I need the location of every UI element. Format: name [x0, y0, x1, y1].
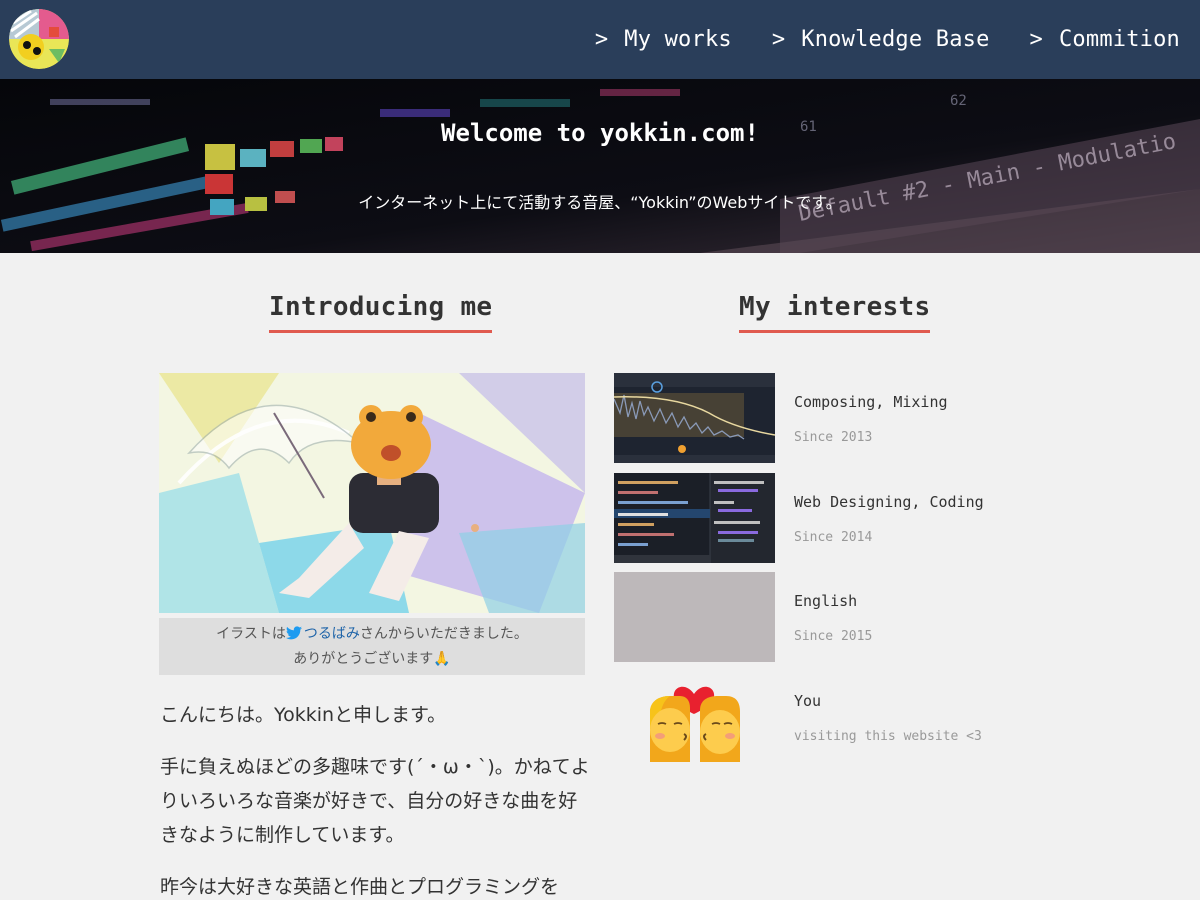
interest-since: visiting this website <3	[794, 729, 982, 744]
nav-my-works-link[interactable]: > My works	[595, 27, 732, 52]
artist-twitter-link[interactable]: つるばみ	[304, 626, 360, 642]
hero-banner: Default #2 - Main - Modulatio 61 62 Welc…	[0, 79, 1200, 253]
interest-name: Web Designing, Coding	[794, 493, 984, 511]
nav-knowledge-base-link[interactable]: > Knowledge Base	[772, 27, 990, 52]
main-nav: > My works > Knowledge Base > Commition	[595, 0, 1180, 79]
spectrum-analyzer-thumbnail	[614, 373, 775, 463]
intro-body: こんにちは。Yokkinと申します。 手に負えぬほどの多趣味です(´・ω・`)。…	[160, 698, 590, 900]
profile-illustration	[159, 373, 585, 613]
code-editor-thumbnail	[614, 473, 775, 563]
interest-item-english: English Since 2015	[614, 572, 1034, 662]
hero-subtitle: インターネット上にて活動する音屋、“Yokkin”のWebサイトです。	[358, 193, 842, 212]
hero-bg-number-2: 62	[950, 93, 967, 109]
intro-paragraph-2: 手に負えぬほどの多趣味です(´・ω・`)。かねてよりいろいろな音楽が好きで、自分…	[160, 756, 590, 846]
interest-since: Since 2014	[794, 530, 873, 545]
caption-line-1: イラストは つるばみさんからいただきました。	[159, 623, 585, 648]
twitter-bird-icon	[285, 625, 302, 648]
site-logo[interactable]	[9, 9, 69, 69]
interest-since: Since 2015	[794, 629, 873, 644]
interest-item-you: You visiting this website <3	[614, 672, 1034, 762]
my-interests-heading: My interests	[739, 292, 931, 333]
chevron-right-icon: >	[1029, 27, 1043, 52]
caption-line-2: ありがとうございます🙏	[293, 651, 451, 667]
illustration-caption: イラストは つるばみさんからいただきました。 ありがとうございます🙏	[159, 618, 585, 675]
interest-since: Since 2013	[794, 430, 873, 445]
kiss-emoji-icon	[614, 672, 775, 762]
chevron-right-icon: >	[594, 27, 609, 52]
interest-name: English	[794, 592, 858, 610]
interest-name: You	[794, 692, 822, 710]
intro-paragraph-3: 昨今は大好きな英語と作曲とプログラミングを	[160, 876, 560, 898]
intro-paragraph-1: こんにちは。Yokkinと申します。	[160, 704, 447, 726]
chevron-right-icon: >	[771, 27, 786, 52]
interest-item-composing: Composing, Mixing Since 2013	[614, 373, 1034, 463]
nav-commition-link[interactable]: > Commition	[1030, 27, 1180, 52]
interest-item-web: Web Designing, Coding Since 2014	[614, 473, 1034, 563]
top-navbar: > My works > Knowledge Base > Commition	[0, 0, 1200, 79]
hero-title: Welcome to yokkin.com!	[441, 119, 759, 147]
introducing-me-heading: Introducing me	[269, 292, 493, 333]
interest-name: Composing, Mixing	[794, 393, 948, 411]
blank-thumbnail	[614, 572, 775, 662]
hero-background-image: Default #2 - Main - Modulatio 61 62	[0, 79, 1200, 253]
